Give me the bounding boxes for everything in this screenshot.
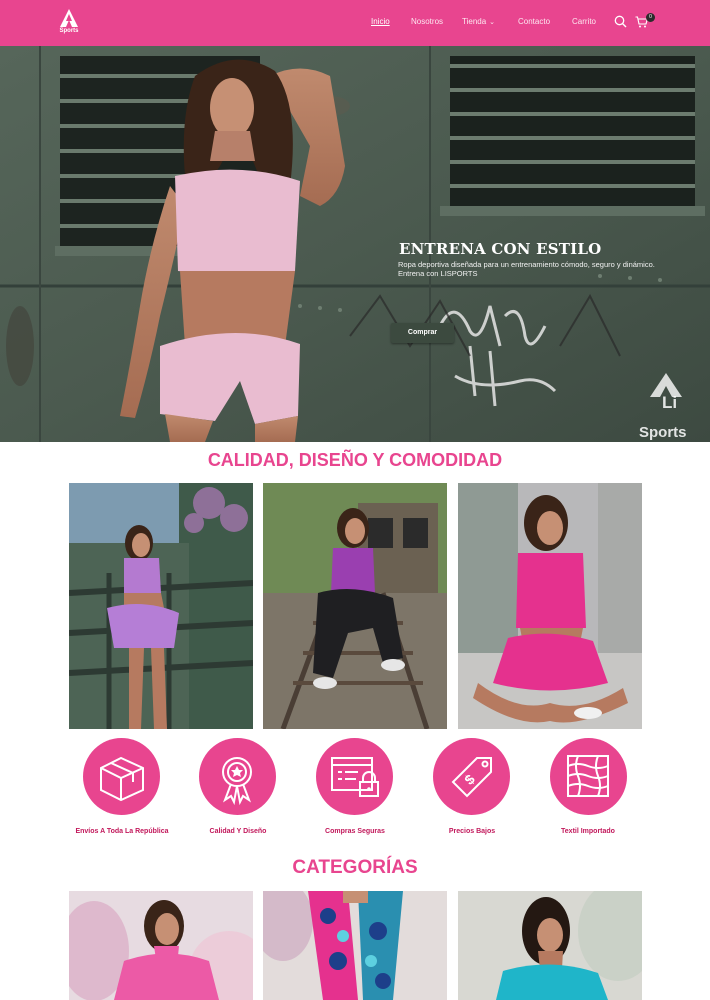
brand-name: Sports bbox=[59, 28, 79, 34]
category-image-2[interactable] bbox=[263, 891, 447, 1000]
chevron-down-icon: ⌄ bbox=[489, 19, 496, 26]
hero-photo bbox=[0, 46, 710, 442]
feature-label-precios: Precios Bajos bbox=[448, 828, 496, 835]
nav-carrito[interactable]: Carrito bbox=[572, 17, 596, 26]
nav-tienda[interactable]: Tienda ⌄ bbox=[462, 17, 495, 26]
hero-title: ENTRENA CON ESTILO bbox=[399, 240, 602, 258]
fabric-icon bbox=[567, 755, 609, 797]
secure-browser-icon bbox=[331, 757, 379, 797]
photo-pink-sitting bbox=[458, 483, 642, 729]
feature-envios bbox=[83, 738, 160, 815]
feature-calidad bbox=[199, 738, 276, 815]
feature-textil bbox=[550, 738, 627, 815]
logo-triangle-icon bbox=[60, 9, 78, 27]
cart-count-badge: 0 bbox=[646, 13, 655, 22]
svg-text:$: $ bbox=[461, 771, 478, 788]
photo-tracks-crouch bbox=[263, 483, 447, 729]
price-tag-icon: $ bbox=[451, 757, 492, 798]
quality-section-title: CALIDAD, DISEÑO Y COMODIDAD bbox=[207, 450, 503, 470]
feature-label-textil: Textil Importado bbox=[561, 828, 615, 835]
hero-subtitle: Ropa deportiva diseñada para un entrenam… bbox=[398, 260, 655, 278]
feature-compras bbox=[316, 738, 393, 815]
medal-icon bbox=[222, 757, 252, 806]
box-icon bbox=[100, 756, 144, 802]
nav-nosotros[interactable]: Nosotros bbox=[411, 17, 443, 26]
feature-precios: $ bbox=[433, 738, 510, 815]
watermark-li: Li bbox=[662, 393, 678, 412]
nav-tienda-label: Tienda bbox=[462, 17, 487, 26]
feature-label-compras: Compras Seguras bbox=[325, 828, 385, 835]
search-icon[interactable] bbox=[614, 15, 627, 28]
top-navbar: Sports Inicio Nosotros Tienda ⌄ Contacto … bbox=[0, 0, 710, 46]
hero-banner: ENTRENA CON ESTILO Ropa deportiva diseña… bbox=[0, 46, 710, 442]
category-image-1[interactable] bbox=[69, 891, 253, 1000]
category-image-3[interactable] bbox=[458, 891, 642, 1000]
watermark-sports: Sports bbox=[639, 424, 687, 441]
feature-label-envios: Envíos A Toda La República bbox=[75, 828, 169, 835]
brand-logo[interactable]: Sports bbox=[58, 9, 80, 37]
comprar-button[interactable]: Comprar bbox=[391, 323, 454, 343]
nav-contacto[interactable]: Contacto bbox=[518, 17, 550, 26]
photo-purple-skirt bbox=[69, 483, 253, 729]
feature-label-calidad: Calidad Y Diseño bbox=[209, 828, 267, 835]
nav-inicio[interactable]: Inicio bbox=[371, 17, 390, 26]
categories-section-title: CATEGORÍAS bbox=[292, 857, 418, 878]
